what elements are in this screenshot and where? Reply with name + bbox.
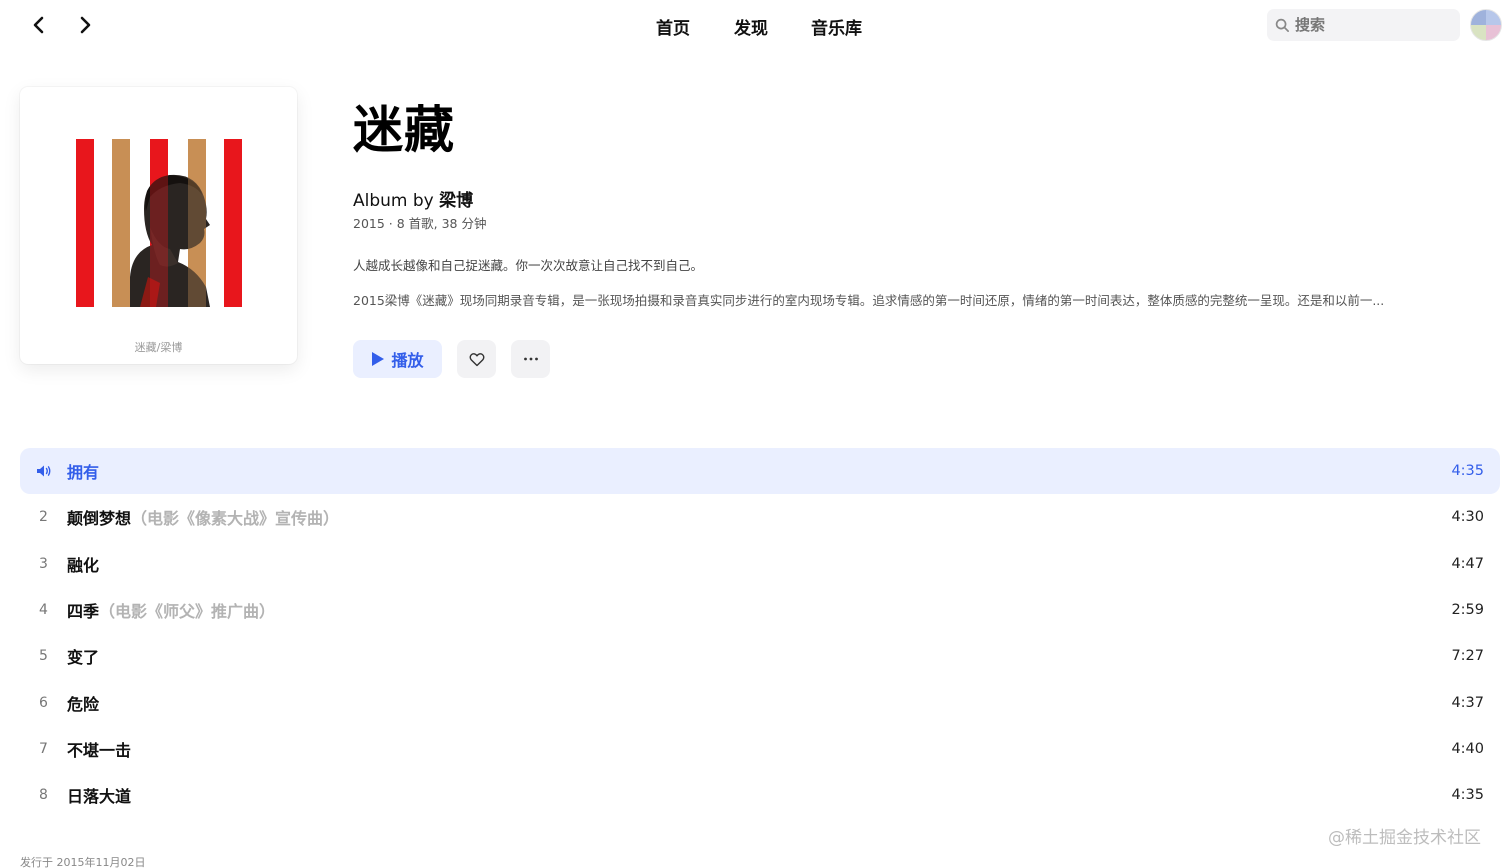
watermark: @稀土掘金技术社区 (1328, 828, 1481, 848)
play-icon (371, 351, 385, 367)
search-icon (1275, 18, 1289, 32)
forward-button[interactable] (72, 12, 98, 38)
track-title: 颠倒梦想 (67, 509, 132, 529)
track-title: 危险 (67, 694, 100, 714)
track-title: 融化 (67, 555, 100, 575)
album-cover-art (76, 139, 242, 307)
search-box[interactable] (1267, 9, 1460, 41)
track-duration: 2:59 (1451, 602, 1484, 619)
album-artist-line: Album by 梁博 (353, 186, 473, 211)
play-button-label: 播放 (391, 351, 424, 370)
track-row[interactable]: 4 四季 （电影《师父》推广曲） 2:59 (20, 587, 1500, 633)
track-duration: 4:30 (1451, 509, 1484, 526)
artist-link[interactable]: 梁博 (439, 191, 473, 211)
track-row[interactable]: 拥有 4:35 (20, 448, 1500, 495)
release-date: 发行于 2015年11月02日 (20, 856, 146, 868)
heart-icon (469, 352, 484, 366)
ellipsis-icon (523, 357, 538, 361)
track-number: 5 (39, 648, 48, 665)
track-list: 拥有 4:35 2 颠倒梦想 （电影《像素大战》宣传曲） 4:30 3 融化 4… (20, 448, 1500, 818)
track-row[interactable]: 5 变了 7:27 (20, 633, 1500, 679)
track-row[interactable]: 8 日落大道 4:35 (20, 772, 1500, 818)
track-title: 变了 (67, 648, 100, 668)
album-meta: 2015 · 8 首歌, 38 分钟 (353, 216, 487, 231)
avatar[interactable] (1470, 9, 1502, 41)
track-subtitle: （电影《像素大战》宣传曲） (131, 509, 340, 529)
track-number: 8 (39, 787, 48, 804)
track-title: 日落大道 (67, 787, 132, 807)
album-cover: 迷藏/梁博 (20, 87, 297, 364)
track-number: 7 (39, 740, 48, 757)
track-duration: 4:47 (1451, 555, 1484, 572)
play-button[interactable]: 播放 (353, 340, 442, 378)
track-number: 2 (39, 509, 48, 526)
track-row[interactable]: 6 危险 4:37 (20, 679, 1500, 725)
track-duration: 4:40 (1451, 740, 1484, 757)
track-title: 拥有 (67, 463, 100, 483)
speaker-icon (20, 464, 67, 478)
more-button[interactable] (511, 340, 550, 378)
track-subtitle: （电影《师父》推广曲） (99, 602, 276, 622)
track-number: 3 (39, 555, 48, 572)
album-long-description[interactable]: 2015梁博《迷藏》现场同期录音专辑，是一张现场拍摄和录音真实同步进行的室内现场… (353, 290, 1463, 309)
album-description: 人越成长越像和自己捉迷藏。你一次次故意让自己找不到自己。 (353, 258, 704, 273)
track-row[interactable]: 3 融化 4:47 (20, 541, 1500, 587)
track-number: 4 (39, 602, 48, 619)
tab-home[interactable]: 首页 (656, 14, 690, 39)
track-title: 不堪一击 (67, 740, 132, 760)
track-duration: 4:37 (1451, 694, 1484, 711)
track-number: 6 (39, 694, 48, 711)
chevron-left-icon (33, 16, 44, 34)
tab-library[interactable]: 音乐库 (811, 14, 862, 39)
search-input[interactable] (1295, 16, 1455, 34)
track-row[interactable]: 7 不堪一击 4:40 (20, 726, 1500, 772)
album-title: 迷藏 (353, 101, 455, 159)
track-title: 四季 (67, 602, 100, 622)
like-button[interactable] (457, 340, 496, 378)
album-artist-prefix: Album by (353, 191, 440, 211)
tab-discover[interactable]: 发现 (734, 14, 768, 39)
track-duration: 7:27 (1451, 648, 1484, 665)
track-duration: 4:35 (1451, 463, 1484, 480)
track-duration: 4:35 (1451, 787, 1484, 804)
cover-caption: 迷藏/梁博 (134, 341, 183, 354)
chevron-right-icon (80, 16, 91, 34)
back-button[interactable] (26, 12, 52, 38)
track-row[interactable]: 2 颠倒梦想 （电影《像素大战》宣传曲） 4:30 (20, 494, 1500, 540)
